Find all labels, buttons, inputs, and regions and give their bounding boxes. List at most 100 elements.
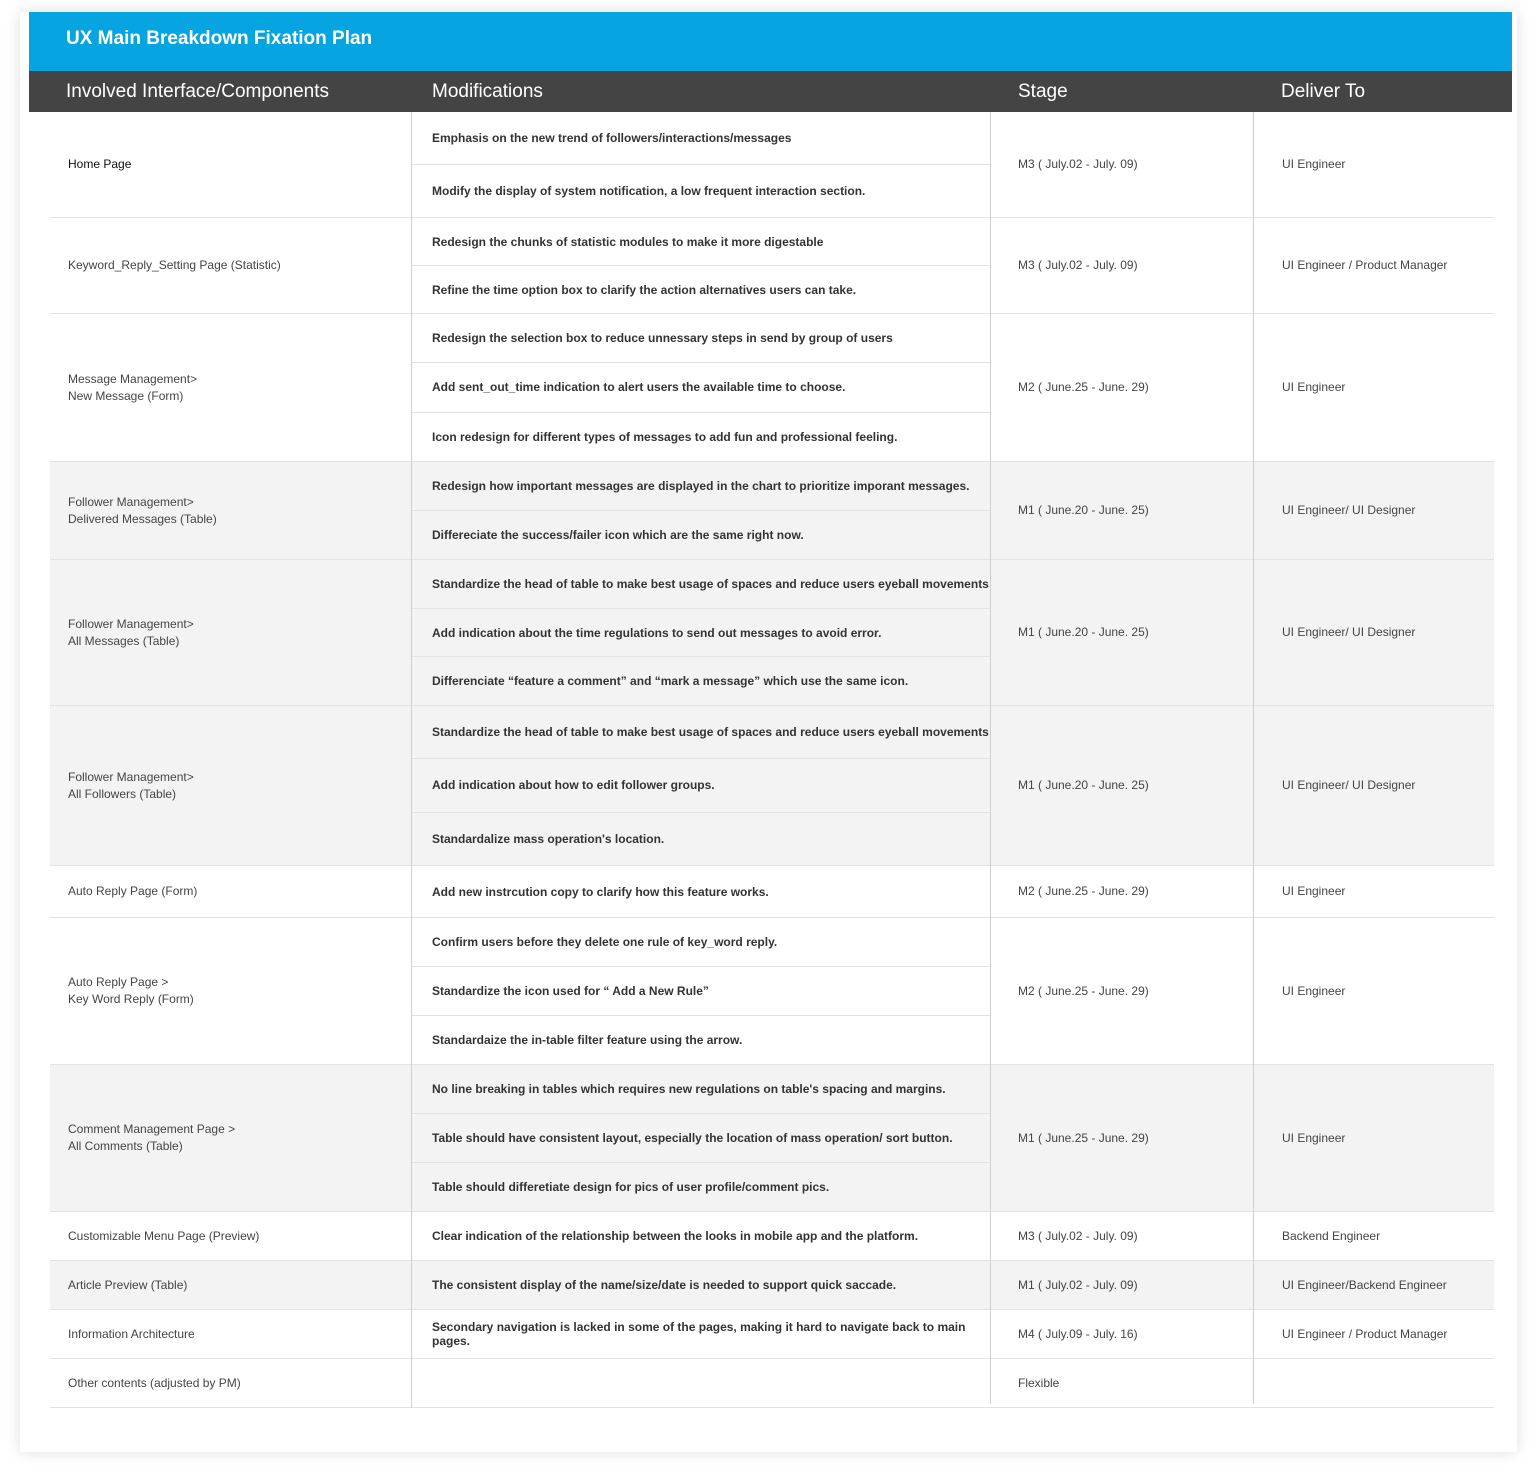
deliver-cell: UI Engineer / Product Manager — [1282, 1326, 1448, 1341]
interface-label: Auto Reply Page (Form) — [68, 884, 198, 898]
table-row: Follower Management> Delivered Messages (… — [50, 462, 1494, 560]
modification-item: Redesign the chunks of statistic modules… — [432, 234, 824, 249]
deliver-cell: UI Engineer/Backend Engineer — [1282, 1277, 1447, 1292]
interface-label: Other contents (adjusted by PM) — [68, 1375, 241, 1390]
interface-label: Delivered Messages (Table) — [68, 511, 217, 526]
interface-cell: Article Preview (Table) — [50, 1261, 411, 1309]
deliver-cell: UI Engineer — [1282, 983, 1346, 998]
deliver-cell — [1254, 1359, 1494, 1407]
interface-cell: Message Management> New Message (Form) — [50, 314, 411, 461]
modification-item: Add indication about how to edit followe… — [411, 758, 991, 811]
deliver-cell: UI Engineer — [1282, 157, 1346, 171]
interface-label: Comment Management Page > — [68, 1122, 236, 1136]
modifications-cell: No line breaking in tables which require… — [411, 1065, 991, 1211]
stage-cell: M1 ( June.25 - June. 29) — [1018, 1130, 1149, 1145]
interface-cell: Follower Management> All Followers (Table… — [50, 706, 411, 865]
interface-label: All Followers (Table) — [68, 786, 177, 801]
modification-item: Add indication about the time regulation… — [411, 607, 991, 657]
table-row: Comment Management Page > All Comments (T… — [50, 1065, 1494, 1212]
interface-label: New Message (Form) — [68, 388, 184, 403]
stage-cell: M2 ( June.25 - June. 29) — [1018, 884, 1149, 898]
modification-item: Add sent_out_time indication to alert us… — [411, 362, 991, 411]
interface-label: Keyword_Reply_Setting Page (Statistic) — [68, 258, 281, 272]
interface-label: Auto Reply Page > — [68, 975, 169, 989]
modification-item: Table should have consistent layout, esp… — [411, 1113, 991, 1162]
modification-item: Redesign how important messages are disp… — [432, 479, 970, 493]
modification-item: Add new instrcution copy to clarify how … — [432, 884, 769, 899]
interface-label: Follower Management> — [68, 769, 194, 784]
deliver-cell: UI Engineer — [1282, 884, 1346, 898]
modifications-cell: Standardize the head of table to make be… — [411, 706, 991, 865]
stage-cell: M1 ( June.20 - June. 25) — [1018, 625, 1149, 639]
interface-label: Information Architecture — [68, 1326, 195, 1341]
modifications-cell: Add new instrcution copy to clarify how … — [411, 866, 991, 917]
table-row: Customizable Menu Page (Preview) Clear in… — [50, 1212, 1494, 1261]
modifications-cell: Redesign how important messages are disp… — [411, 462, 991, 559]
interface-label: Customizable Menu Page (Preview) — [68, 1228, 260, 1243]
interface-label: Follower Management> — [68, 494, 194, 509]
header-deliver: Deliver To — [1281, 81, 1366, 102]
interface-cell: Customizable Menu Page (Preview) — [50, 1212, 411, 1260]
modification-item: Standardalize mass operation's location. — [411, 811, 991, 865]
interface-label: All Comments (Table) — [68, 1139, 183, 1153]
deliver-cell: UI Engineer/ UI Designer — [1282, 503, 1416, 517]
modification-item: Confirm users before they delete one rul… — [432, 935, 778, 949]
modification-item: Refine the time option box to clarify th… — [411, 265, 991, 313]
interface-cell: Keyword_Reply_Setting Page (Statistic) — [50, 218, 411, 313]
table-row: Information Architecture Secondary naviga… — [50, 1310, 1494, 1359]
table-row: Home Page Emphasis on the new trend of fo… — [50, 112, 1494, 218]
modification-item: Redesign the selection box to reduce unn… — [432, 331, 893, 346]
modification-item: Differeciate the success/failer icon whi… — [411, 510, 991, 559]
stage-cell: M3 ( July.02 - July. 09) — [1018, 1228, 1138, 1243]
interface-cell: Other contents (adjusted by PM) — [50, 1359, 411, 1407]
column-divider — [990, 112, 991, 1404]
modifications-cell: Standardize the head of table to make be… — [411, 560, 991, 705]
header-modifications: Modifications — [432, 81, 543, 102]
modification-item: Icon redesign for different types of mes… — [411, 411, 991, 461]
stage-cell: M1 ( June.20 - June. 25) — [1018, 503, 1149, 517]
interface-cell: Auto Reply Page > Key Word Reply (Form) — [50, 918, 411, 1064]
modification-item: Standardaize the in-table filter feature… — [411, 1015, 991, 1064]
modifications-cell: Confirm users before they delete one rul… — [411, 918, 991, 1064]
stage-cell: M1 ( June.20 - June. 25) — [1018, 778, 1149, 792]
modifications-cell: The consistent display of the name/size/… — [411, 1261, 991, 1309]
modification-item: Secondary navigation is lacked in some o… — [432, 1320, 966, 1348]
modifications-cell — [411, 1359, 991, 1407]
interface-label: Follower Management> — [68, 616, 194, 631]
modification-item: Standardize the head of table to make be… — [432, 576, 989, 591]
stage-cell: Flexible — [1018, 1375, 1060, 1390]
modification-item: Emphasis on the new trend of followers/i… — [432, 131, 792, 145]
modifications-cell: Secondary navigation is lacked in some o… — [411, 1310, 991, 1358]
deliver-cell: UI Engineer/ UI Designer — [1282, 625, 1416, 639]
modification-item: Clear indication of the relationship bet… — [432, 1229, 919, 1243]
modification-item: Differenciate “feature a comment” and “m… — [411, 656, 991, 705]
stage-cell: M1 ( July.02 - July. 09) — [1018, 1277, 1138, 1292]
stage-cell: M2 ( June.25 - June. 29) — [1018, 380, 1149, 394]
modification-item: Table should differetiate design for pic… — [411, 1162, 991, 1211]
modifications-cell: Emphasis on the new trend of followers/i… — [411, 112, 991, 217]
table-header: Involved Interface/Components Modificati… — [29, 71, 1512, 112]
table-row: Other contents (adjusted by PM) Flexible — [50, 1359, 1494, 1408]
table-body: Home Page Emphasis on the new trend of fo… — [0, 112, 1537, 1412]
deliver-cell: Backend Engineer — [1282, 1228, 1381, 1243]
modifications-cell: Redesign the chunks of statistic modules… — [411, 218, 991, 313]
interface-label: Key Word Reply (Form) — [68, 992, 194, 1006]
header-interface: Involved Interface/Components — [66, 81, 329, 102]
modification-item: The consistent display of the name/size/… — [432, 1278, 897, 1292]
stage-cell: M4 ( July.09 - July. 16) — [1018, 1326, 1138, 1341]
modification-item: Standardize the head of table to make be… — [432, 725, 989, 740]
interface-cell: Home Page — [50, 112, 411, 217]
table-row: Follower Management> All Messages (Table)… — [50, 560, 1494, 706]
page-title: UX Main Breakdown Fixation Plan — [29, 12, 1512, 71]
column-divider — [1253, 112, 1254, 1404]
interface-label: Home Page — [68, 157, 132, 171]
deliver-cell: UI Engineer/ UI Designer — [1282, 778, 1416, 792]
stage-cell: M3 ( July.02 - July. 09) — [1018, 258, 1138, 272]
interface-cell: Follower Management> Delivered Messages (… — [50, 462, 411, 559]
interface-cell: Comment Management Page > All Comments (T… — [50, 1065, 411, 1211]
interface-label: Message Management> — [68, 371, 198, 386]
table-row: Follower Management> All Followers (Table… — [50, 706, 1494, 866]
modification-item: Standardize the icon used for “ Add a Ne… — [411, 966, 991, 1015]
modification-item: No line breaking in tables which require… — [432, 1082, 946, 1096]
table-row: Auto Reply Page (Form) Add new instrcutio… — [50, 866, 1494, 918]
